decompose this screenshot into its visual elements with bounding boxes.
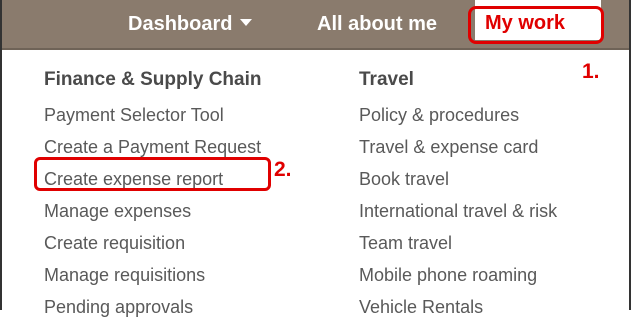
nav-all-about-me[interactable]: All about me: [317, 0, 437, 48]
link-policy-procedures[interactable]: Policy & procedures: [359, 99, 557, 131]
nav-dashboard-label: Dashboard: [128, 13, 233, 35]
annotation-box-create-expense-report: [34, 157, 271, 191]
annotation-step-2: 2.: [274, 158, 292, 181]
link-create-requisition[interactable]: Create requisition: [44, 227, 261, 259]
link-manage-requisitions[interactable]: Manage requisitions: [44, 259, 261, 291]
finance-column: Finance & Supply Chain Payment Selector …: [44, 66, 261, 323]
link-vehicle-rentals[interactable]: Vehicle Rentals: [359, 291, 557, 323]
link-mobile-phone-roaming[interactable]: Mobile phone roaming: [359, 259, 557, 291]
link-pending-approvals[interactable]: Pending approvals: [44, 291, 261, 323]
link-international-travel-risk[interactable]: International travel & risk: [359, 195, 557, 227]
annotation-step-1: 1.: [582, 60, 600, 83]
travel-link-list: Policy & procedures Travel & expense car…: [359, 99, 557, 323]
nav-dashboard[interactable]: Dashboard: [128, 0, 253, 48]
link-payment-selector-tool[interactable]: Payment Selector Tool: [44, 99, 261, 131]
link-book-travel[interactable]: Book travel: [359, 163, 557, 195]
menu-screen: Dashboard All about me My work 1. Financ…: [0, 0, 631, 317]
frame-border-left: [0, 0, 2, 310]
caret-down-icon: [240, 19, 253, 27]
finance-column-title: Finance & Supply Chain: [44, 69, 262, 90]
travel-column-title: Travel: [359, 69, 414, 90]
link-manage-expenses[interactable]: Manage expenses: [44, 195, 261, 227]
link-travel-expense-card[interactable]: Travel & expense card: [359, 131, 557, 163]
link-team-travel[interactable]: Team travel: [359, 227, 557, 259]
annotation-box-my-work: [468, 6, 604, 44]
travel-column: Travel Policy & procedures Travel & expe…: [359, 66, 557, 323]
finance-link-list: Payment Selector Tool Create a Payment R…: [44, 99, 261, 323]
